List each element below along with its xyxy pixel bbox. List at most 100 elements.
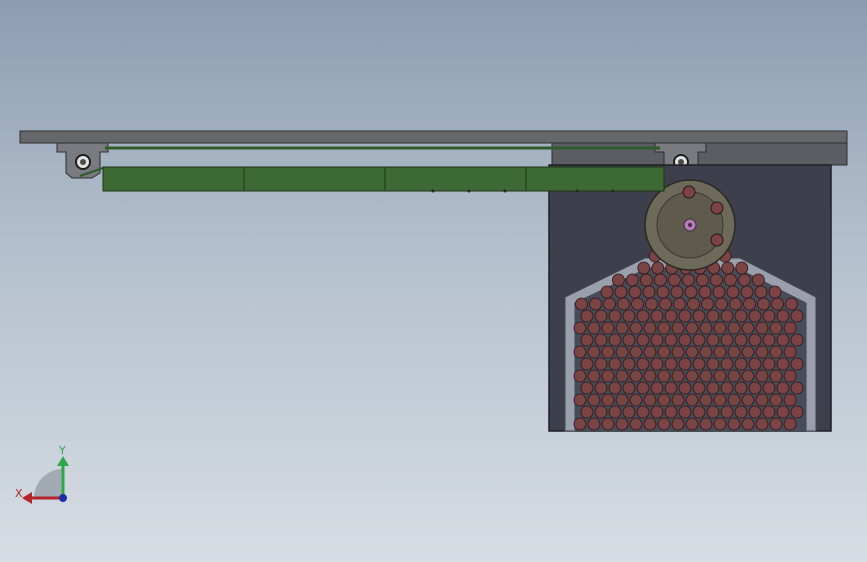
ball[interactable] [608, 357, 622, 371]
conveyor-carriers[interactable] [102, 166, 665, 193]
ball[interactable] [762, 381, 776, 395]
ball[interactable] [637, 261, 651, 275]
ball[interactable] [629, 369, 643, 383]
ball[interactable] [643, 393, 657, 407]
model-scene[interactable] [0, 0, 867, 562]
ball[interactable] [710, 273, 723, 287]
ball[interactable] [713, 393, 727, 407]
ball[interactable] [729, 297, 742, 311]
ball[interactable] [726, 285, 740, 299]
ball[interactable] [748, 333, 762, 347]
ball[interactable] [657, 345, 671, 359]
ball[interactable] [580, 405, 594, 419]
ball[interactable] [640, 273, 653, 287]
ball[interactable] [724, 273, 737, 287]
ball[interactable] [650, 357, 664, 371]
graphics-viewport[interactable]: Y X [0, 0, 867, 562]
ball[interactable] [657, 417, 671, 431]
ball[interactable] [790, 357, 804, 371]
ball[interactable] [629, 345, 643, 359]
ball[interactable] [636, 357, 650, 371]
ball[interactable] [678, 309, 692, 323]
ball[interactable] [757, 297, 770, 311]
ball[interactable] [713, 345, 727, 359]
ball[interactable] [587, 393, 601, 407]
ball[interactable] [580, 357, 594, 371]
ball[interactable] [678, 357, 692, 371]
ball[interactable] [720, 333, 734, 347]
ball[interactable] [573, 369, 587, 383]
ball[interactable] [727, 369, 741, 383]
ball[interactable] [712, 285, 726, 299]
ball[interactable] [785, 297, 798, 311]
ball[interactable] [587, 417, 601, 431]
ball[interactable] [601, 321, 615, 335]
ball[interactable] [594, 381, 608, 395]
ball[interactable] [769, 417, 783, 431]
ball[interactable] [685, 417, 699, 431]
top-frame-bar[interactable] [19, 130, 848, 144]
ball[interactable] [685, 345, 699, 359]
ball[interactable] [594, 357, 608, 371]
ball[interactable] [768, 285, 782, 299]
ball[interactable] [622, 309, 636, 323]
ball[interactable] [720, 357, 734, 371]
ball[interactable] [748, 309, 762, 323]
ball[interactable] [684, 285, 698, 299]
ball[interactable] [769, 321, 783, 335]
ball[interactable] [587, 321, 601, 335]
ball[interactable] [615, 417, 629, 431]
ball[interactable] [664, 381, 678, 395]
ball[interactable] [642, 285, 656, 299]
ball[interactable] [643, 321, 657, 335]
ball[interactable] [573, 321, 587, 335]
ball[interactable] [769, 345, 783, 359]
ball[interactable] [657, 321, 671, 335]
ball[interactable] [740, 285, 754, 299]
ball[interactable] [734, 309, 748, 323]
ball[interactable] [790, 381, 804, 395]
ball[interactable] [636, 333, 650, 347]
ball[interactable] [636, 381, 650, 395]
ball[interactable] [762, 405, 776, 419]
ball[interactable] [762, 309, 776, 323]
ball[interactable] [706, 405, 720, 419]
ball[interactable] [706, 357, 720, 371]
ball[interactable] [622, 357, 636, 371]
ball[interactable] [629, 321, 643, 335]
ball[interactable] [628, 285, 642, 299]
ball[interactable] [741, 417, 755, 431]
ball[interactable] [650, 405, 664, 419]
ball[interactable] [734, 333, 748, 347]
ball[interactable] [720, 309, 734, 323]
ball[interactable] [670, 285, 684, 299]
ball[interactable] [755, 345, 769, 359]
ball[interactable] [720, 381, 734, 395]
ball[interactable] [699, 369, 713, 383]
ball[interactable] [715, 297, 728, 311]
ball[interactable] [776, 357, 790, 371]
ball[interactable] [575, 297, 588, 311]
ball[interactable] [601, 369, 615, 383]
ball[interactable] [762, 333, 776, 347]
ball[interactable] [614, 285, 628, 299]
ball[interactable] [587, 345, 601, 359]
ball[interactable] [699, 393, 713, 407]
ball[interactable] [678, 405, 692, 419]
ball[interactable] [783, 417, 797, 431]
ball[interactable] [664, 333, 678, 347]
ball[interactable] [673, 297, 686, 311]
ball[interactable] [685, 321, 699, 335]
ball[interactable] [650, 381, 664, 395]
ball[interactable] [727, 393, 741, 407]
ball[interactable] [776, 405, 790, 419]
ball[interactable] [706, 309, 720, 323]
ball[interactable] [743, 297, 756, 311]
ball[interactable] [601, 345, 615, 359]
ball[interactable] [696, 273, 709, 287]
ball[interactable] [678, 333, 692, 347]
ball[interactable] [692, 309, 706, 323]
ball[interactable] [629, 417, 643, 431]
ball[interactable] [692, 405, 706, 419]
ball[interactable] [608, 333, 622, 347]
